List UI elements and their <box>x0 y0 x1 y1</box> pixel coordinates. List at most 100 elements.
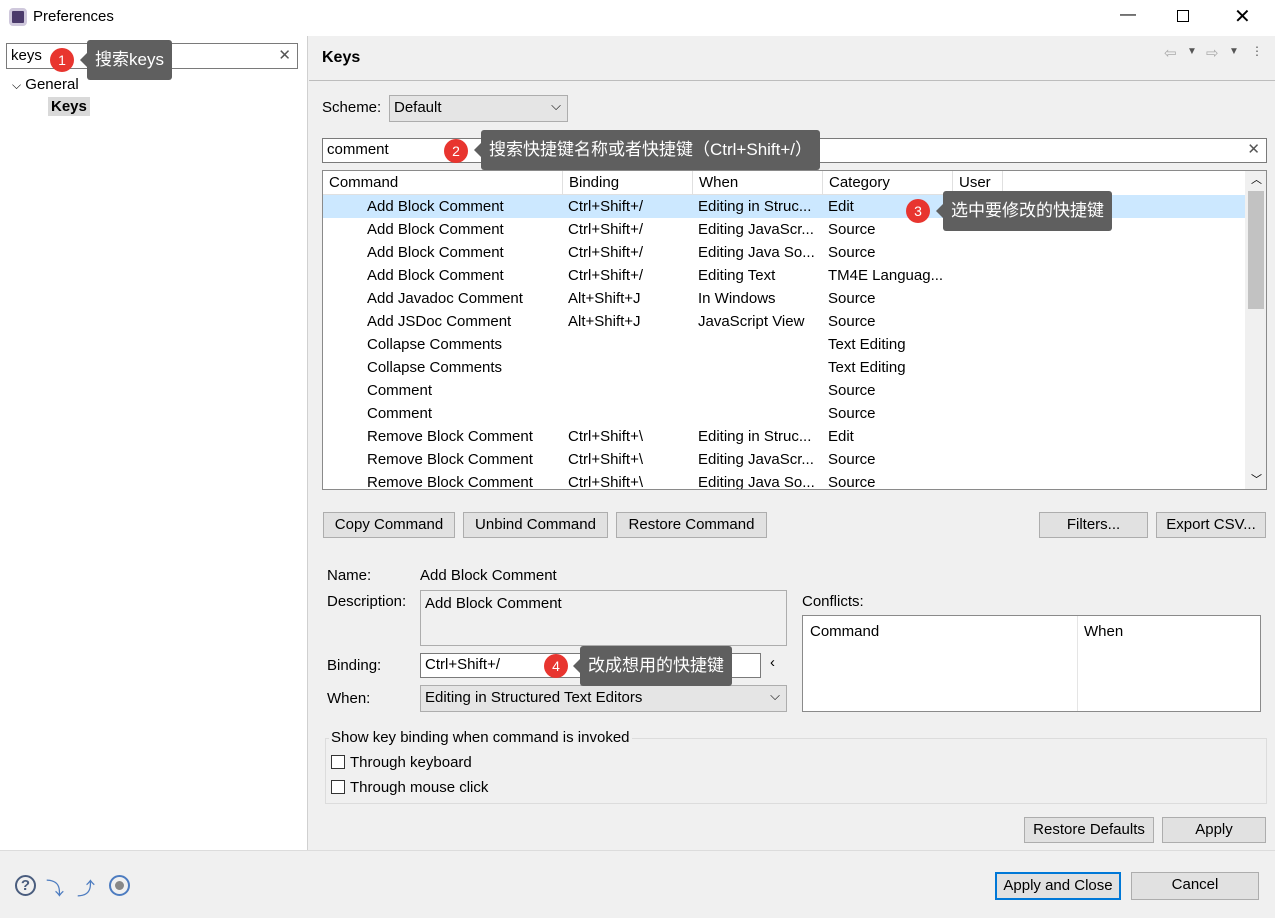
chevron-down-icon: ⌵ <box>12 78 22 92</box>
cell-command: Add JSDoc Comment <box>367 313 512 330</box>
export-csv-button[interactable]: Export CSV... <box>1156 512 1266 538</box>
cell-category: Edit <box>828 198 854 215</box>
conflicts-table: Command When <box>802 615 1261 712</box>
cell-when: Editing Text <box>698 267 776 284</box>
close-button[interactable]: ✕ <box>1234 4 1251 29</box>
back-menu-icon[interactable]: ▼ <box>1187 46 1197 57</box>
callout-2: 搜索快捷键名称或者快捷键（Ctrl+Shift+/） <box>473 130 821 170</box>
help-icon[interactable]: ? <box>15 875 36 896</box>
through-keyboard-checkbox[interactable]: Through keyboard <box>331 754 472 771</box>
cell-command: Comment <box>367 405 433 422</box>
record-icon[interactable] <box>109 875 130 896</box>
table-scrollbar[interactable]: ︿ ﹀ <box>1245 171 1266 489</box>
table-row[interactable]: Add Block Comment Ctrl+Shift+/ Editing Tex… <box>323 264 1245 287</box>
cell-category: TM4E Languag... <box>828 267 944 284</box>
cell-command: Add Block Comment <box>367 221 504 238</box>
column-header-category[interactable]: Category <box>823 171 953 195</box>
binding-label: Binding: <box>327 657 382 674</box>
cell-when: Editing Java So... <box>698 474 815 490</box>
copy-command-button[interactable]: Copy Command <box>323 512 455 538</box>
cell-command: Collapse Comments <box>367 336 503 353</box>
scrollbar-thumb[interactable] <box>1248 191 1264 309</box>
column-divider <box>1077 616 1078 711</box>
conflicts-column-when[interactable]: When <box>1084 623 1123 640</box>
table-row[interactable]: Add Block Comment Ctrl+Shift+/ Editing Jav… <box>323 241 1245 264</box>
scroll-up-icon[interactable]: ︿ <box>1251 171 1262 187</box>
cell-category: Source <box>828 451 876 468</box>
apply-and-close-button[interactable]: Apply and Close <box>995 872 1121 900</box>
callout-badge-1: 1 <box>50 48 74 72</box>
clear-icon[interactable]: ✕ <box>278 44 291 68</box>
restore-command-button[interactable]: Restore Command <box>616 512 767 538</box>
table-row[interactable]: Collapse Comments Text Editing <box>323 356 1245 379</box>
cell-binding: Ctrl+Shift+\ <box>568 474 644 490</box>
cell-command: Remove Block Comment <box>367 474 533 490</box>
callout-4: 改成想用的快捷键 <box>573 646 732 686</box>
when-select[interactable]: Editing in Structured Text Editors ⌵ <box>420 685 787 712</box>
clear-icon[interactable]: ✕ <box>1247 139 1260 161</box>
through-mouse-checkbox[interactable]: Through mouse click <box>331 779 488 796</box>
tree-item-keys[interactable]: Keys <box>48 97 90 116</box>
keybindings-table: Command ^ Binding When Category User Add… <box>322 170 1267 490</box>
minimize-button[interactable]: — <box>1120 6 1136 24</box>
cell-when: Editing in Struc... <box>698 198 812 215</box>
export-icon[interactable]: ⤴ <box>77 875 95 901</box>
cell-when: Editing JavaScr... <box>698 221 814 238</box>
title-bar: Preferences — ✕ <box>0 0 1275 36</box>
binding-menu-icon[interactable]: ‹ <box>770 654 775 671</box>
cell-binding: Ctrl+Shift+/ <box>568 221 644 238</box>
cell-command: Add Block Comment <box>367 198 504 215</box>
cell-when: Editing JavaScr... <box>698 451 814 468</box>
callout-1: 搜索keys <box>80 40 172 80</box>
maximize-button[interactable] <box>1177 10 1189 22</box>
column-header-binding[interactable]: Binding <box>563 171 693 195</box>
cell-category: Text Editing <box>828 359 906 376</box>
back-arrow-icon[interactable]: ⇦ <box>1164 44 1177 62</box>
table-row[interactable]: Remove Block Comment Ctrl+Shift+\ Editing … <box>323 425 1245 448</box>
apply-button[interactable]: Apply <box>1162 817 1266 843</box>
cell-category: Edit <box>828 428 854 445</box>
cell-command: Add Javadoc Comment <box>367 290 523 307</box>
scheme-select[interactable]: Default ⌵ <box>389 95 568 122</box>
cell-binding: Ctrl+Shift+\ <box>568 451 644 468</box>
callout-badge-3: 3 <box>906 199 930 223</box>
chevron-down-icon: ⌵ <box>551 98 561 113</box>
cell-binding: Alt+Shift+J <box>568 313 641 330</box>
sort-ascending-icon: ^ <box>438 170 444 177</box>
callout-3: 选中要修改的快捷键 <box>936 191 1112 231</box>
restore-defaults-button[interactable]: Restore Defaults <box>1024 817 1154 843</box>
import-icon[interactable]: ⤵ <box>46 875 64 901</box>
cancel-button[interactable]: Cancel <box>1131 872 1259 900</box>
description-field[interactable]: Add Block Comment <box>420 590 787 646</box>
table-row[interactable]: Comment Source <box>323 402 1245 425</box>
when-label: When: <box>327 690 371 707</box>
cell-command: Add Block Comment <box>367 267 504 284</box>
cell-command: Comment <box>367 382 433 399</box>
table-row[interactable]: Remove Block Comment Ctrl+Shift+\ Editing … <box>323 448 1245 471</box>
cell-binding: Alt+Shift+J <box>568 290 641 307</box>
description-label: Description: <box>327 593 407 610</box>
column-header-when[interactable]: When <box>693 171 823 195</box>
table-row[interactable]: Comment Source <box>323 379 1245 402</box>
cell-when: Editing Java So... <box>698 244 815 261</box>
cell-command: Remove Block Comment <box>367 451 533 468</box>
cell-category: Source <box>828 405 876 422</box>
table-row[interactable]: Add JSDoc Comment Alt+Shift+J JavaScript V… <box>323 310 1245 333</box>
cell-when: In Windows <box>698 290 776 307</box>
cell-binding: Ctrl+Shift+/ <box>568 244 644 261</box>
more-menu-icon[interactable]: ⋮ <box>1251 44 1263 58</box>
unbind-command-button[interactable]: Unbind Command <box>463 512 608 538</box>
callout-badge-4: 4 <box>544 654 568 678</box>
table-row[interactable]: Remove Block Comment Ctrl+Shift+\ Editing … <box>323 471 1245 490</box>
tree-item-general[interactable]: ⌵ General <box>12 76 79 93</box>
cell-binding: Ctrl+Shift+\ <box>568 428 644 445</box>
forward-menu-icon[interactable]: ▼ <box>1229 46 1239 57</box>
table-row[interactable]: Add Javadoc Comment Alt+Shift+J In Windows… <box>323 287 1245 310</box>
table-row[interactable]: Collapse Comments Text Editing <box>323 333 1245 356</box>
forward-arrow-icon[interactable]: ⇨ <box>1206 44 1219 62</box>
cell-command: Remove Block Comment <box>367 428 533 445</box>
scroll-down-icon[interactable]: ﹀ <box>1251 471 1262 487</box>
cell-category: Source <box>828 290 876 307</box>
filters-button[interactable]: Filters... <box>1039 512 1148 538</box>
conflicts-column-command[interactable]: Command <box>810 623 879 640</box>
